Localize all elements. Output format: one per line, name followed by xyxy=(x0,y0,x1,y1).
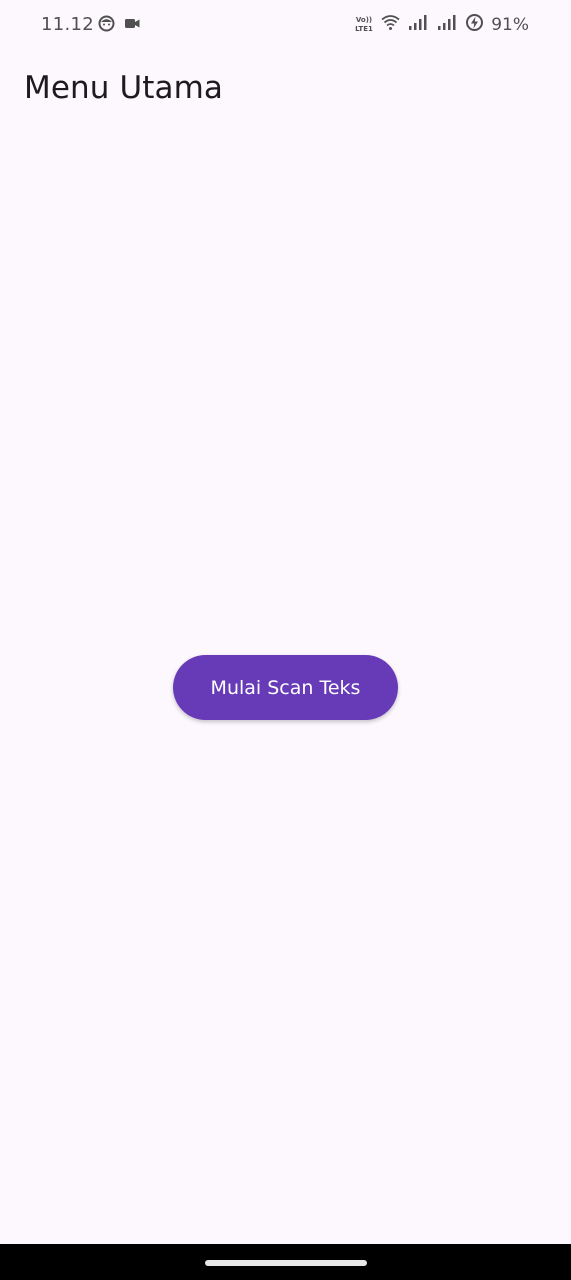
home-gesture-handle[interactable] xyxy=(205,1260,367,1266)
face-notification-icon xyxy=(98,15,115,37)
svg-text:Vo)): Vo)) xyxy=(356,16,372,24)
status-bar: 11.12 Vo)) LTE1 91% xyxy=(0,0,571,48)
battery-percentage: 91% xyxy=(491,15,529,35)
status-system-icons: Vo)) LTE1 91% xyxy=(354,13,529,37)
volte-icon: Vo)) LTE1 xyxy=(354,15,374,35)
battery-charging-icon xyxy=(465,13,484,37)
video-camera-icon xyxy=(124,17,141,35)
signal-sim2-icon xyxy=(436,14,458,36)
status-notification-icons xyxy=(98,15,141,37)
wifi-icon xyxy=(381,14,400,36)
system-navigation-bar xyxy=(0,1244,571,1280)
signal-sim1-icon xyxy=(407,14,429,36)
status-time: 11.12 xyxy=(41,14,95,35)
start-scan-text-button[interactable]: Mulai Scan Teks xyxy=(173,655,398,720)
page-title: Menu Utama xyxy=(24,70,224,106)
svg-text:LTE1: LTE1 xyxy=(355,25,373,33)
app-screen: 11.12 Vo)) LTE1 91% Menu Utama Mulai Sca… xyxy=(0,0,571,1280)
